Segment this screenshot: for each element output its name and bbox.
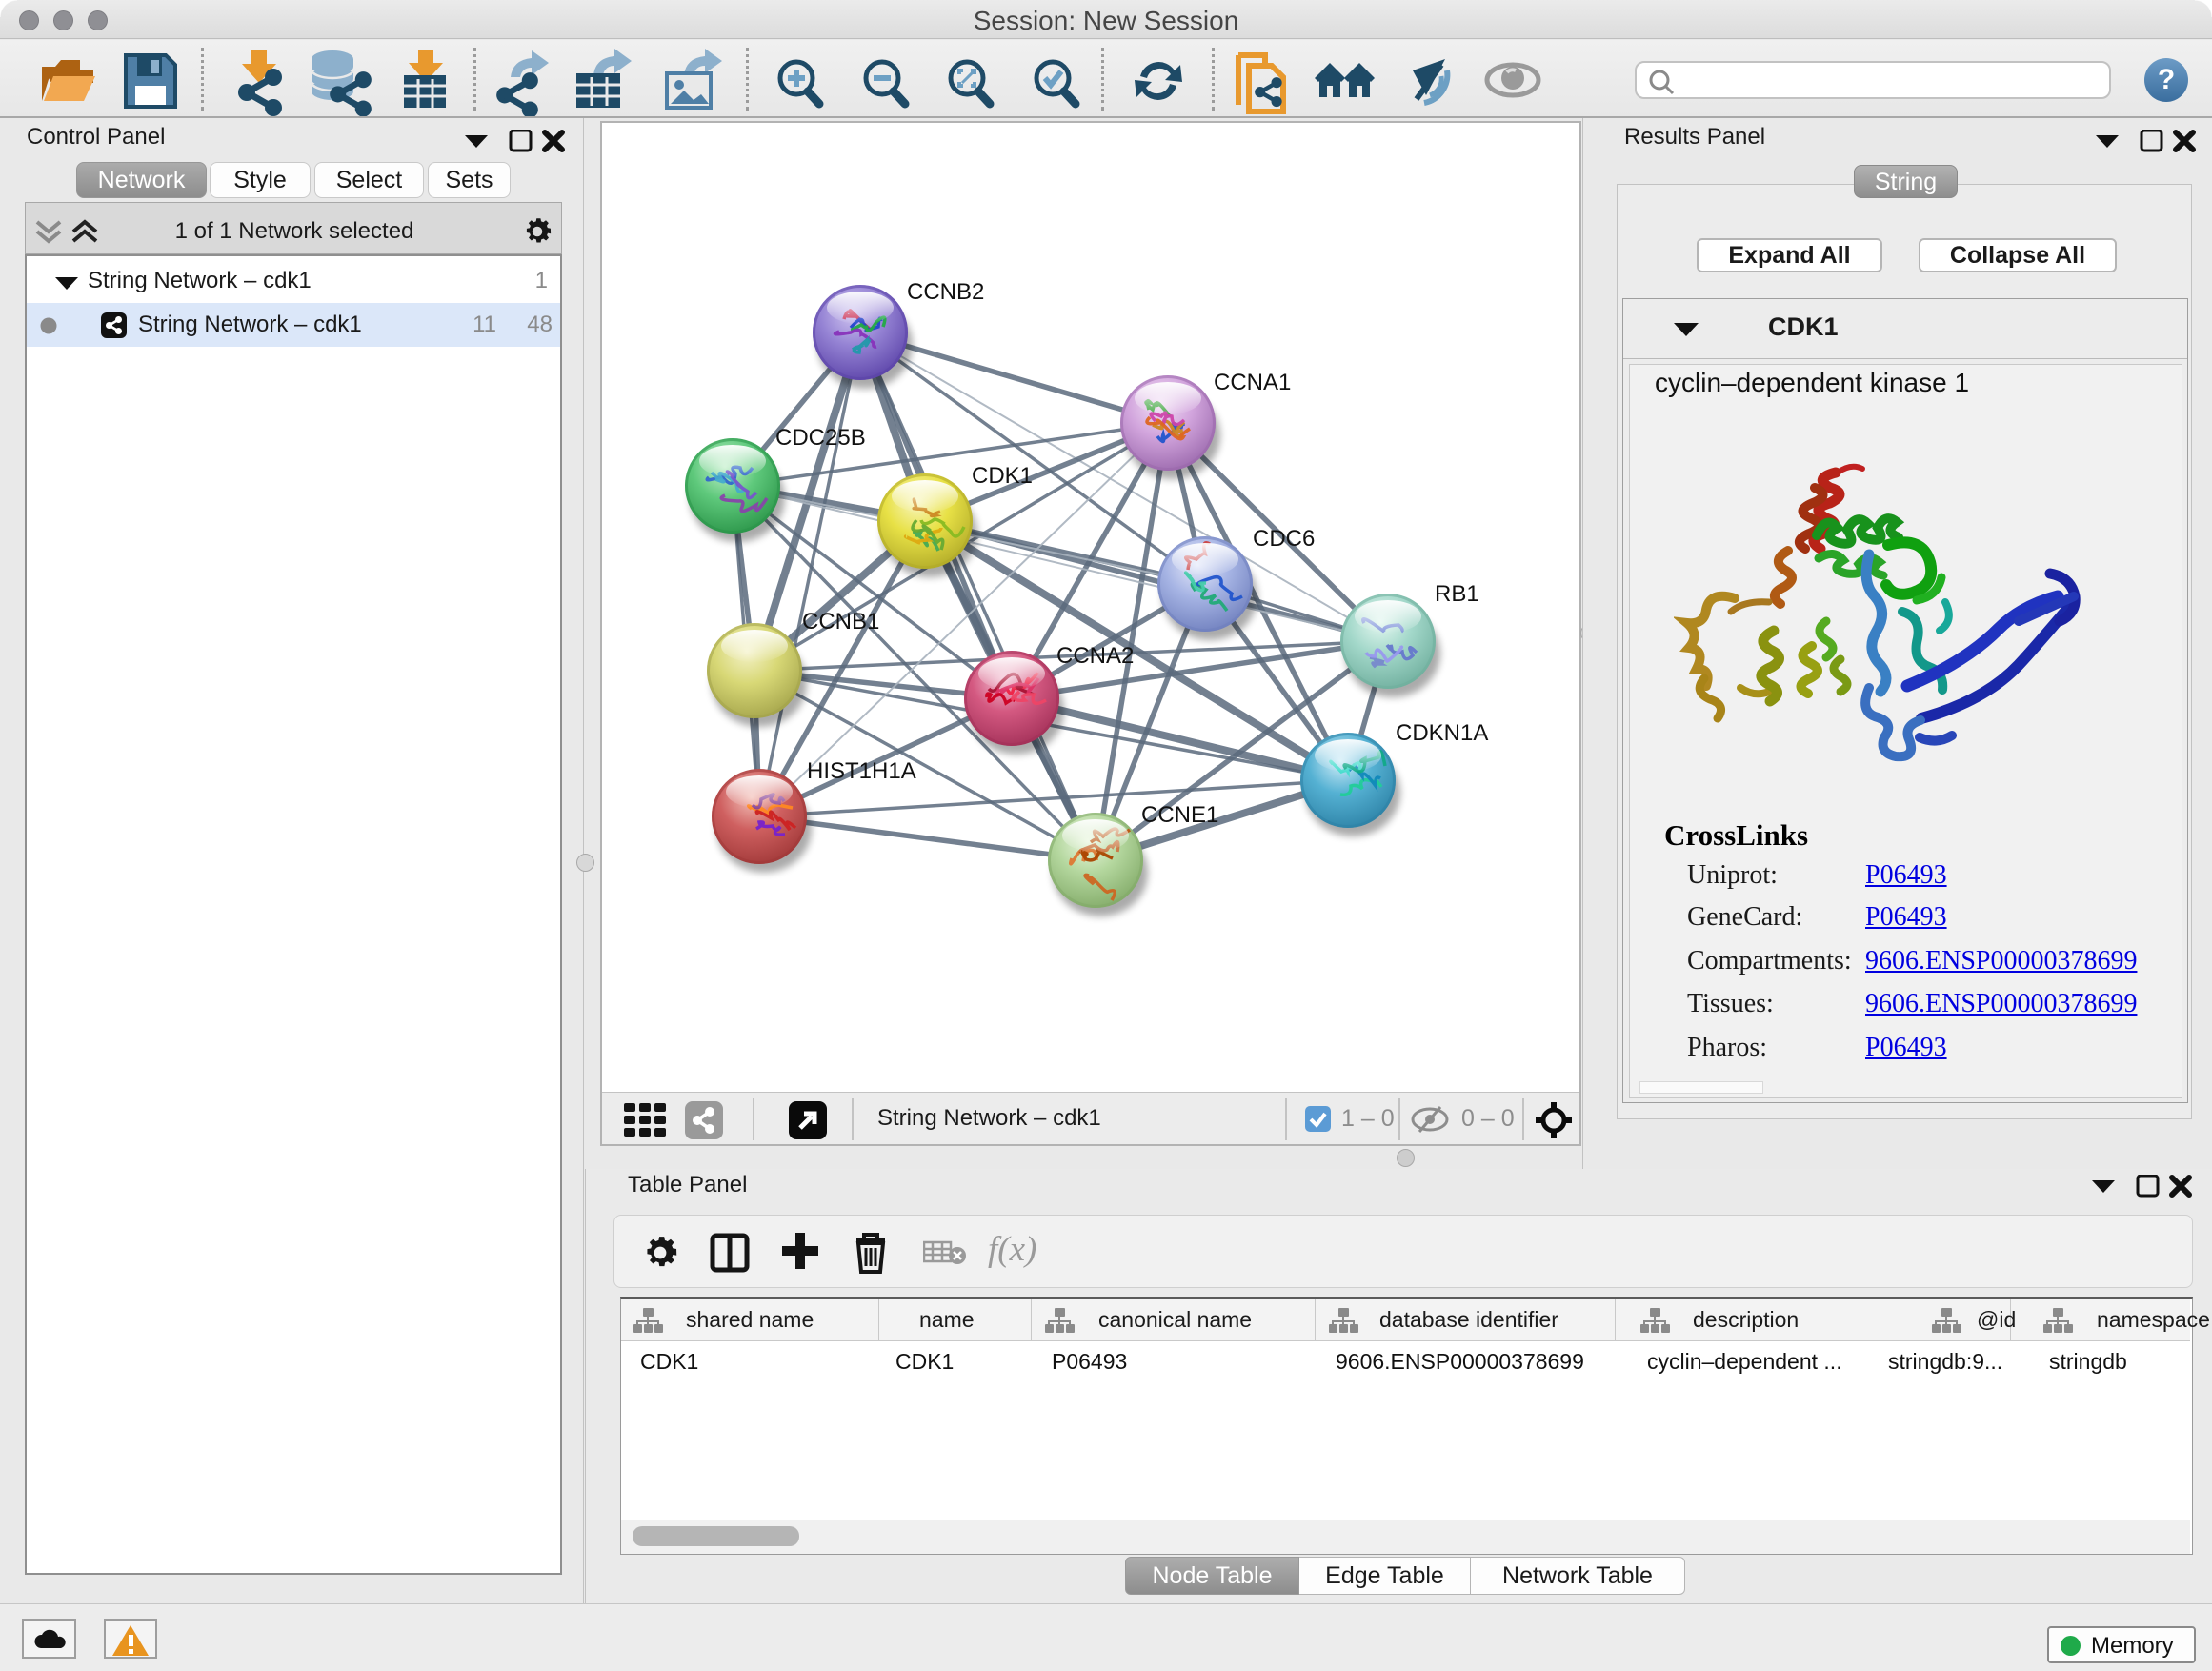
svg-text:CCNA1: CCNA1: [1214, 370, 1291, 395]
svg-text:CCNA2: CCNA2: [1056, 643, 1134, 669]
svg-text:CCNB1: CCNB1: [802, 609, 879, 634]
svg-text:RB1: RB1: [1435, 581, 1479, 607]
svg-text:CCNE1: CCNE1: [1141, 802, 1218, 828]
svg-text:CDK1: CDK1: [972, 463, 1033, 489]
svg-text:CCNB2: CCNB2: [907, 279, 984, 305]
svg-text:CDC6: CDC6: [1253, 526, 1315, 552]
svg-text:CDKN1A: CDKN1A: [1396, 720, 1488, 746]
svg-text:HIST1H1A: HIST1H1A: [807, 758, 916, 784]
svg-text:CDC25B: CDC25B: [775, 425, 866, 451]
